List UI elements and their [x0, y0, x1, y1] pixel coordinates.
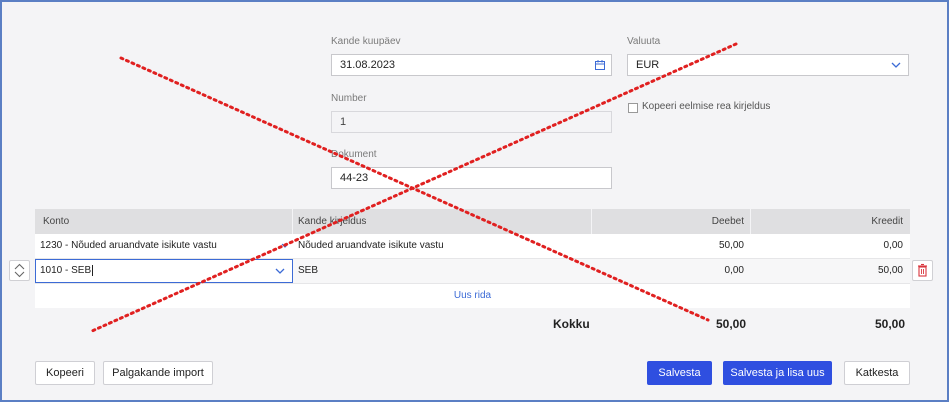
date-value: 31.08.2023: [340, 59, 396, 71]
document-label: Dokument: [331, 149, 377, 160]
row-description[interactable]: SEB: [298, 259, 588, 283]
chevron-down-icon: [891, 62, 901, 68]
row-debit[interactable]: 50,00: [591, 234, 744, 258]
header-description: Kande kirjeldus: [298, 216, 367, 227]
row-credit[interactable]: 0,00: [750, 234, 903, 258]
date-label: Kande kuupäev: [331, 36, 401, 47]
copy-button[interactable]: Kopeeri: [35, 361, 95, 385]
currency-select[interactable]: EUR: [627, 54, 909, 76]
totals-label: Kokku: [553, 317, 590, 331]
header-credit: Kreedit: [871, 216, 903, 227]
drag-handle[interactable]: [9, 260, 30, 281]
document-value: 44-23: [340, 172, 369, 184]
number-field: 1: [331, 111, 612, 133]
dialog-frame: Kande kuupäev 31.08.2023 Valuuta EUR Num…: [0, 0, 949, 402]
currency-label: Valuuta: [627, 36, 661, 47]
total-credit: 50,00: [874, 317, 905, 331]
row-account: 1010 - SEB: [40, 265, 92, 276]
date-field[interactable]: 31.08.2023: [331, 54, 612, 76]
header-divider: [292, 209, 293, 234]
row-debit[interactable]: 0,00: [591, 259, 744, 283]
save-and-new-button[interactable]: Salvesta ja lisa uus: [723, 361, 832, 385]
delete-row-button[interactable]: [912, 260, 933, 281]
table-header: Konto Kande kirjeldus Deebet Kreedit: [35, 209, 910, 234]
payroll-import-button[interactable]: Palgakande import: [103, 361, 213, 385]
copy-description-checkbox[interactable]: [628, 103, 638, 113]
header-debit: Deebet: [711, 216, 744, 227]
number-value: 1: [340, 116, 347, 128]
row-account[interactable]: 1230 - Nõuded aruandvate isikute vastu: [40, 234, 290, 258]
trash-icon: [918, 263, 927, 277]
document-field[interactable]: 44-23: [331, 167, 612, 189]
currency-value: EUR: [636, 59, 660, 71]
cancel-button[interactable]: Katkesta: [844, 361, 910, 385]
row-credit[interactable]: 50,00: [750, 259, 903, 283]
row-description[interactable]: Nõuded aruandvate isikute vastu: [298, 234, 588, 258]
save-button[interactable]: Salvesta: [647, 361, 712, 385]
header-account: Konto: [43, 216, 70, 227]
table-row[interactable]: 1230 - Nõuded aruandvate isikute vastu N…: [35, 234, 910, 259]
account-select[interactable]: 1010 - SEB: [35, 259, 293, 283]
chevron-down-icon[interactable]: [281, 243, 289, 249]
number-label: Number: [331, 93, 367, 104]
add-row-link[interactable]: Uus rida: [35, 284, 910, 308]
chevron-down-icon[interactable]: [275, 268, 285, 276]
table-row[interactable]: 1010 - SEB SEB 0,00 50,00: [35, 259, 910, 284]
copy-description-label: Kopeeri eelmise rea kirjeldus: [642, 101, 771, 112]
total-debit: 50,00: [715, 317, 746, 331]
reorder-icon: [14, 263, 25, 278]
text-cursor: [92, 265, 94, 276]
calendar-icon[interactable]: [595, 60, 605, 70]
